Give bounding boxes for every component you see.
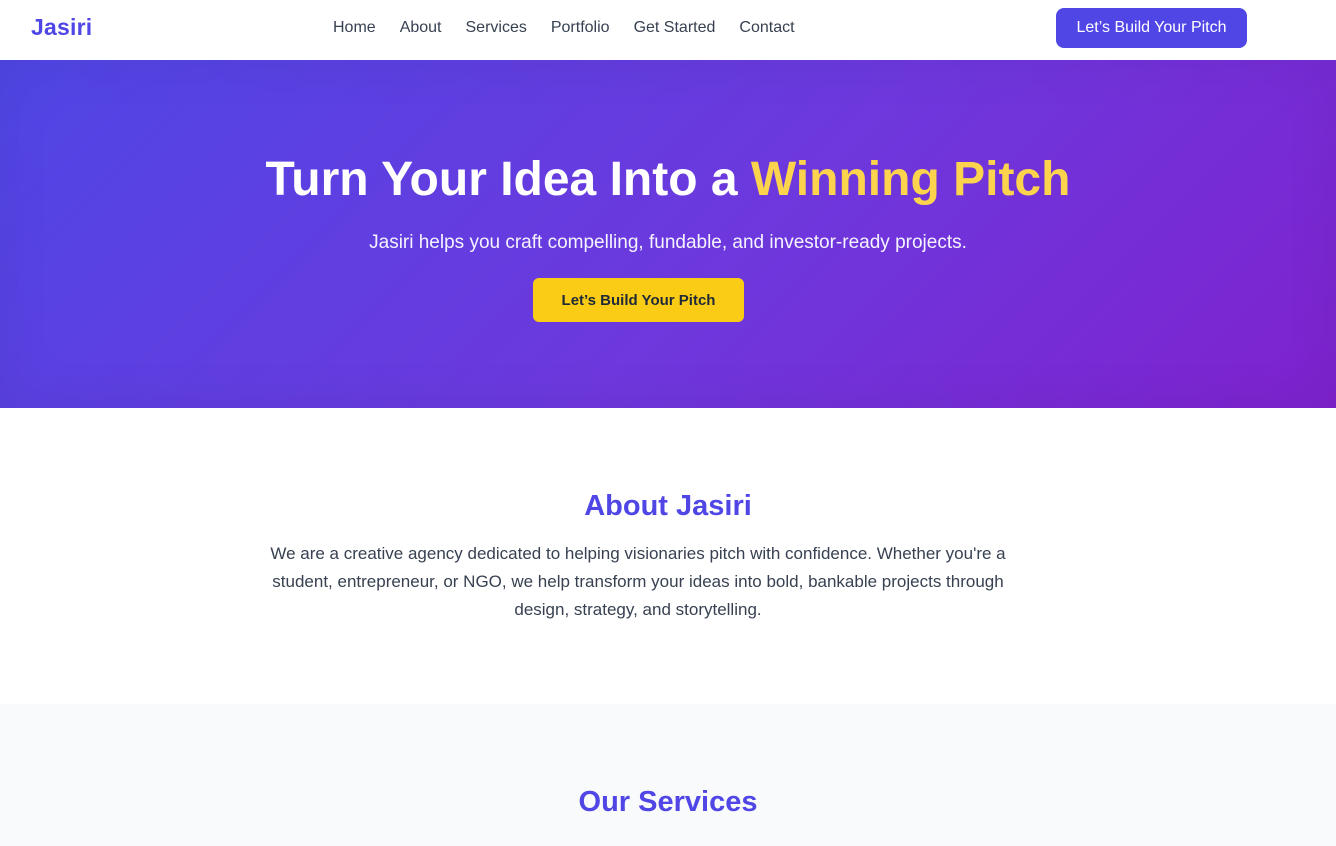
nav-about[interactable]: About — [400, 18, 442, 38]
header-cta-button[interactable]: Let’s Build Your Pitch — [1056, 8, 1247, 48]
about-text: We are a creative agency dedicated to he… — [270, 544, 1006, 619]
logo[interactable]: Jasiri — [31, 14, 92, 41]
services-title: Our Services — [578, 786, 758, 818]
about-section: About Jasiri We are a creative agency de… — [0, 408, 1336, 704]
services-section: Our Services — [0, 704, 1336, 846]
nav-services[interactable]: Services — [466, 18, 527, 38]
nav-home[interactable]: Home — [333, 18, 376, 38]
hero-cta-button[interactable]: Let’s Build Your Pitch — [533, 278, 744, 322]
nav-portfolio[interactable]: Portfolio — [551, 18, 610, 38]
hero-subtitle: Jasiri helps you craft compelling, funda… — [369, 232, 967, 253]
about-title: About Jasiri — [584, 490, 752, 522]
nav-get-started[interactable]: Get Started — [634, 18, 716, 38]
nav-contact[interactable]: Contact — [739, 18, 794, 38]
hero-title-prefix: Turn Your Idea Into a — [265, 153, 751, 206]
site-header: Jasiri Home About Services Portfolio Get… — [0, 0, 1336, 60]
main-nav: Home About Services Portfolio Get Starte… — [333, 18, 795, 38]
hero-title: Turn Your Idea Into a Winning Pitch — [0, 152, 1336, 208]
hero-section: Turn Your Idea Into a Winning Pitch Jasi… — [0, 60, 1336, 408]
hero-title-accent: Winning Pitch — [750, 153, 1071, 206]
